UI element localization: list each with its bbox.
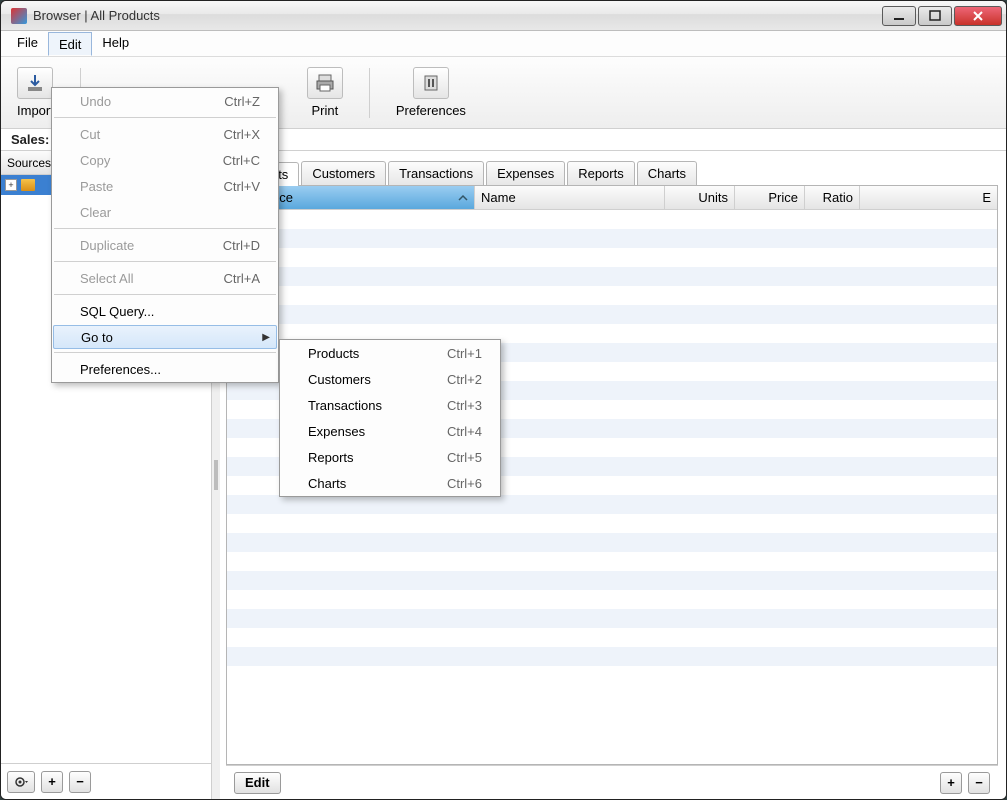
table-row[interactable] (227, 210, 997, 229)
menu-copy[interactable]: CopyCtrl+C (52, 147, 278, 173)
preferences-label: Preferences (396, 103, 466, 118)
folder-icon (21, 179, 35, 191)
maximize-button[interactable] (918, 6, 952, 26)
table-row[interactable] (227, 571, 997, 590)
menu-edit[interactable]: Edit (48, 32, 92, 56)
tab-charts[interactable]: Charts (637, 161, 697, 185)
tab-transactions[interactable]: Transactions (388, 161, 484, 185)
goto-expenses[interactable]: ExpensesCtrl+4 (280, 418, 500, 444)
content-bottombar: Edit + − (226, 765, 998, 799)
menu-undo[interactable]: UndoCtrl+Z (52, 88, 278, 114)
table-row[interactable] (227, 552, 997, 571)
grid-header: Reference Name Units Price Ratio E (227, 186, 997, 210)
import-icon (17, 67, 53, 99)
goto-transactions[interactable]: TransactionsCtrl+3 (280, 392, 500, 418)
window-controls (882, 6, 1002, 26)
goto-products[interactable]: ProductsCtrl+1 (280, 340, 500, 366)
app-icon (11, 8, 27, 24)
column-price[interactable]: Price (735, 186, 805, 209)
sidebar-add-button[interactable]: + (41, 771, 63, 793)
table-row[interactable] (227, 514, 997, 533)
print-icon (307, 67, 343, 99)
table-row[interactable] (227, 628, 997, 647)
splitter-grip-icon (214, 460, 218, 490)
goto-submenu: ProductsCtrl+1 CustomersCtrl+2 Transacti… (279, 339, 501, 497)
app-window: Browser | All Products File Edit Help Im… (0, 0, 1007, 800)
menu-sql-query[interactable]: SQL Query... (52, 298, 278, 324)
table-row[interactable] (227, 267, 997, 286)
table-row[interactable] (227, 590, 997, 609)
remove-row-button[interactable]: − (968, 772, 990, 794)
menu-cut[interactable]: CutCtrl+X (52, 121, 278, 147)
table-row[interactable] (227, 305, 997, 324)
edit-dropdown: UndoCtrl+Z CutCtrl+X CopyCtrl+C PasteCtr… (51, 87, 279, 383)
table-row[interactable] (227, 495, 997, 514)
titlebar[interactable]: Browser | All Products (1, 1, 1006, 31)
goto-reports[interactable]: ReportsCtrl+5 (280, 444, 500, 470)
menu-clear[interactable]: Clear (52, 199, 278, 225)
column-extra[interactable]: E (860, 186, 997, 209)
table-row[interactable] (227, 647, 997, 666)
column-ratio[interactable]: Ratio (805, 186, 860, 209)
menu-go-to[interactable]: Go to▶ (53, 325, 277, 349)
submenu-arrow-icon: ▶ (262, 332, 270, 343)
minimize-button[interactable] (882, 6, 916, 26)
tab-expenses[interactable]: Expenses (486, 161, 565, 185)
column-name[interactable]: Name (475, 186, 665, 209)
expander-icon[interactable]: + (5, 179, 17, 191)
sidebar-bottom: + − (1, 763, 211, 799)
preferences-icon (413, 67, 449, 99)
close-button[interactable] (954, 6, 1002, 26)
menu-paste[interactable]: PasteCtrl+V (52, 173, 278, 199)
table-row[interactable] (227, 286, 997, 305)
import-label: Import (17, 103, 54, 118)
goto-charts[interactable]: ChartsCtrl+6 (280, 470, 500, 496)
gear-icon (14, 775, 28, 789)
menu-help[interactable]: Help (92, 31, 139, 56)
table-row[interactable] (227, 533, 997, 552)
menu-duplicate[interactable]: DuplicateCtrl+D (52, 232, 278, 258)
print-button[interactable]: Print (299, 63, 351, 122)
print-label: Print (311, 103, 338, 118)
tab-customers[interactable]: Customers (301, 161, 386, 185)
window-title: Browser | All Products (33, 8, 882, 23)
tab-reports[interactable]: Reports (567, 161, 635, 185)
sidebar-gear-button[interactable] (7, 771, 35, 793)
edit-button[interactable]: Edit (234, 772, 281, 794)
add-row-button[interactable]: + (940, 772, 962, 794)
goto-customers[interactable]: CustomersCtrl+2 (280, 366, 500, 392)
table-row[interactable] (227, 609, 997, 628)
table-row[interactable] (227, 248, 997, 267)
toolbar-separator (369, 68, 370, 118)
menu-file[interactable]: File (7, 31, 48, 56)
tabs: Products Customers Transactions Expenses… (220, 157, 998, 185)
menu-select-all[interactable]: Select AllCtrl+A (52, 265, 278, 291)
menu-preferences[interactable]: Preferences... (52, 356, 278, 382)
preferences-button[interactable]: Preferences (388, 63, 474, 122)
table-row[interactable] (227, 229, 997, 248)
sidebar-remove-button[interactable]: − (69, 771, 91, 793)
menubar: File Edit Help (1, 31, 1006, 57)
sort-asc-icon (458, 194, 468, 202)
column-units[interactable]: Units (665, 186, 735, 209)
